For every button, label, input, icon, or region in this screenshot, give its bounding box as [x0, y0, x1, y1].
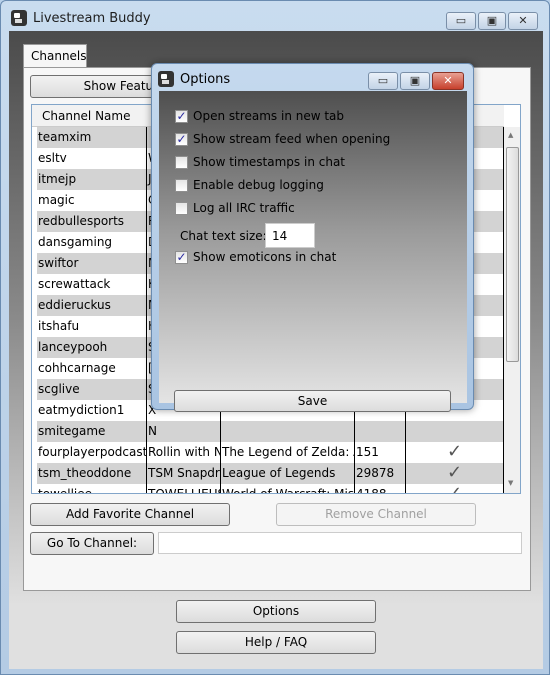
table-row[interactable]: towelliee TOWELLIEUS World of Warcraft: Mi…: [37, 483, 504, 494]
table-row[interactable]: smitegame N: [37, 421, 504, 442]
dialog-minimize-button[interactable]: ▭: [368, 72, 398, 90]
table-cell: cohhcarnage: [37, 358, 147, 379]
check-icon: ✓: [447, 462, 463, 483]
table-cell: World of Warcraft: Mists of: [221, 484, 355, 493]
table-cell: TSM Snapdragon: [147, 463, 221, 484]
table-cell: smitegame: [37, 421, 147, 442]
chat-text-size-input[interactable]: 14: [265, 223, 315, 248]
table-cell: redbullesports: [37, 211, 147, 232]
app-icon: [158, 71, 174, 87]
table-cell: The Legend of Zelda: A Link: [221, 442, 355, 463]
checkbox-label: Log all IRC traffic: [193, 201, 295, 215]
checkbox-box[interactable]: [175, 155, 188, 169]
checkbox-option[interactable]: ✓ Open streams in new tab: [175, 108, 344, 124]
table-cell: dansgaming: [37, 232, 147, 253]
table-cell: scglive: [37, 379, 147, 400]
dialog-maximize-button[interactable]: ▣: [400, 72, 430, 90]
checkbox-option[interactable]: ✓ Show stream feed when opening: [175, 131, 390, 147]
checkbox-box[interactable]: ✓: [175, 250, 188, 264]
checkbox-label: Enable debug logging: [193, 178, 324, 192]
check-icon: ✓: [447, 441, 463, 462]
checkbox-option[interactable]: Enable debug logging: [175, 177, 324, 193]
tab-channels[interactable]: Channels: [23, 44, 87, 68]
table-cell: eddieruckus: [37, 295, 147, 316]
close-button[interactable]: ✕: [508, 12, 538, 30]
dialog-title: Options: [180, 72, 231, 87]
checkbox-box[interactable]: [175, 201, 188, 215]
dialog-body: ✓ Open streams in new tab ✓ Show stream fee…: [159, 91, 467, 412]
add-favorite-button[interactable]: Add Favorite Channel: [30, 503, 230, 526]
table-cell: swiftor: [37, 253, 147, 274]
vertical-scrollbar[interactable]: ▲ ▼: [504, 127, 520, 493]
checkbox-label: Show stream feed when opening: [193, 132, 391, 146]
scroll-down-icon[interactable]: ▼: [508, 479, 513, 487]
table-cell: screwattack: [37, 274, 147, 295]
checkbox-box[interactable]: ✓: [175, 109, 188, 123]
checkbox-show-emoticons[interactable]: ✓ Show emoticons in chat: [175, 249, 336, 265]
checkbox-option[interactable]: Show timestamps in chat: [175, 154, 345, 170]
table-cell: Rollin with No: [147, 442, 221, 463]
channel-input[interactable]: [158, 532, 522, 554]
save-button[interactable]: Save: [174, 390, 451, 412]
table-cell: teamxim: [37, 127, 147, 148]
table-cell: 29878: [355, 463, 406, 484]
table-cell: itmejp: [37, 169, 147, 190]
table-cell: eatmydiction1: [37, 400, 147, 421]
check-icon: ✓: [447, 483, 463, 494]
table-cell: magic: [37, 190, 147, 211]
options-dialog: Options ▭ ▣ ✕ ✓ Open streams in new tab ✓ S…: [151, 63, 474, 412]
table-cell: [221, 421, 355, 442]
app-icon: [11, 10, 27, 26]
table-cell: 4188: [355, 484, 406, 493]
table-cell: [406, 421, 504, 442]
scroll-up-icon[interactable]: ▲: [508, 131, 513, 139]
table-cell: [355, 421, 406, 442]
checkbox-label: Show timestamps in chat: [193, 155, 346, 169]
maximize-button[interactable]: ▣: [478, 12, 506, 30]
dialog-close-button[interactable]: ✕: [432, 72, 464, 90]
help-faq-button[interactable]: Help / FAQ: [176, 631, 376, 654]
table-cell: TOWELLIEUS: [147, 484, 221, 493]
window-title: Livestream Buddy: [33, 11, 151, 26]
table-cell: 151: [355, 442, 406, 463]
checkbox-label: Open streams in new tab: [193, 109, 345, 123]
column-header-channel-name[interactable]: Channel Name: [42, 109, 130, 123]
options-button[interactable]: Options: [176, 600, 376, 623]
table-cell: tsm_theoddone: [37, 463, 147, 484]
table-cell: League of Legends: [221, 463, 355, 484]
checkbox-box[interactable]: ✓: [175, 132, 188, 146]
checkbox-label: Show emoticons in chat: [193, 250, 337, 264]
remove-channel-button: Remove Channel: [276, 503, 476, 526]
checkbox-option[interactable]: Log all IRC traffic: [175, 200, 295, 216]
table-cell: towelliee: [37, 484, 147, 493]
table-cell: lanceypooh: [37, 337, 147, 358]
minimize-button[interactable]: ▭: [446, 12, 476, 30]
checkbox-box[interactable]: [175, 178, 188, 192]
table-cell: N: [147, 421, 221, 442]
table-cell: fourplayerpodcast: [37, 442, 147, 463]
table-cell: itshafu: [37, 316, 147, 337]
scroll-thumb[interactable]: [506, 147, 519, 362]
table-cell: esltv: [37, 148, 147, 169]
go-to-channel-button[interactable]: Go To Channel:: [30, 532, 154, 555]
table-row[interactable]: fourplayerpodcastRollin with NoThe Legen…: [37, 442, 504, 463]
chat-text-size-label: Chat text size:: [180, 229, 267, 243]
table-row[interactable]: tsm_theoddoneTSM SnapdragonLeague of Leg…: [37, 463, 504, 484]
